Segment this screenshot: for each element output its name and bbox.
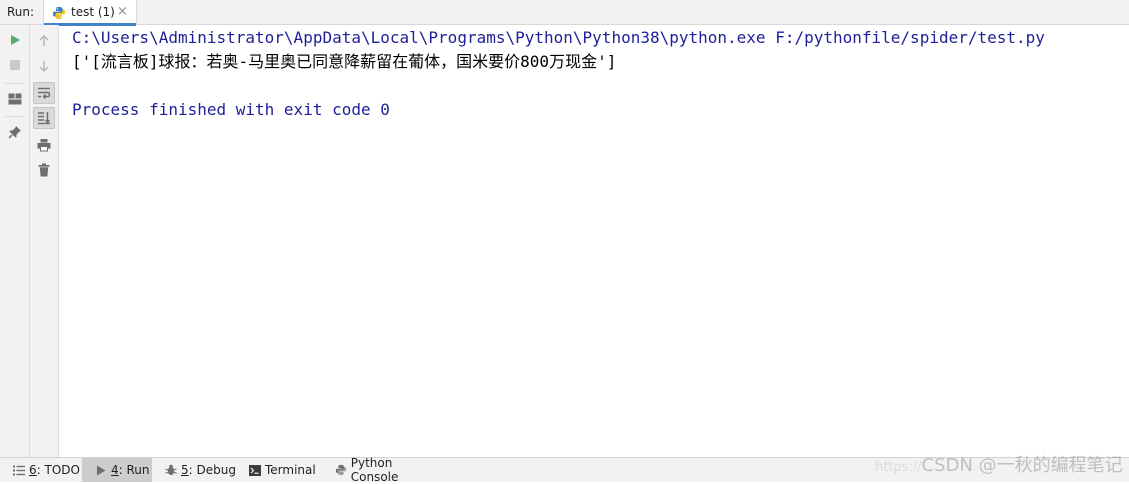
pin-icon bbox=[8, 126, 21, 139]
up-stack-button[interactable] bbox=[33, 30, 55, 52]
rerun-button[interactable] bbox=[4, 29, 26, 51]
down-stack-button[interactable] bbox=[33, 55, 55, 77]
scroll-to-end-button[interactable] bbox=[33, 107, 55, 129]
run-icon bbox=[94, 463, 108, 477]
play-icon bbox=[11, 35, 20, 45]
tab-label: test (1) bbox=[71, 5, 115, 19]
run-toolwindow-header: Run: test (1) × bbox=[0, 0, 1129, 26]
restore-layout-button[interactable] bbox=[4, 88, 26, 110]
python-icon bbox=[334, 463, 348, 477]
toolbar-divider bbox=[5, 83, 25, 84]
todo-tool-button[interactable]: 6: TODO bbox=[0, 458, 80, 482]
tool-label: : Debug bbox=[188, 463, 236, 477]
scroll-to-end-icon bbox=[38, 112, 51, 125]
trash-icon bbox=[38, 163, 50, 177]
run-label: Run: bbox=[7, 5, 35, 19]
tool-label: : Run bbox=[118, 463, 150, 477]
bug-icon bbox=[164, 463, 178, 477]
tab-test-run[interactable]: test (1) × bbox=[43, 0, 137, 26]
run-tool-button[interactable]: 4: Run bbox=[82, 458, 152, 482]
list-icon bbox=[12, 463, 26, 477]
debug-tool-button[interactable]: 5: Debug bbox=[152, 458, 238, 482]
arrow-down-icon bbox=[39, 61, 49, 72]
toolbar-divider bbox=[5, 116, 25, 117]
terminal-tool-button[interactable]: Terminal bbox=[236, 458, 320, 482]
stop-button[interactable] bbox=[4, 54, 26, 76]
tool-number: 4 bbox=[111, 463, 119, 477]
terminal-icon bbox=[248, 463, 262, 477]
layout-icon bbox=[8, 93, 22, 105]
printer-icon bbox=[37, 139, 51, 152]
tool-number: 5 bbox=[181, 463, 189, 477]
arrow-up-icon bbox=[39, 35, 49, 46]
python-console-tool-button[interactable]: Python Console bbox=[322, 456, 442, 484]
close-icon[interactable]: × bbox=[117, 4, 128, 19]
tool-label: Terminal bbox=[265, 463, 316, 477]
soft-wrap-icon bbox=[38, 87, 51, 99]
tool-label: Python Console bbox=[350, 456, 399, 484]
console-output-line: ['[流言板]球报：若奥-马里奥已同意降薪留在葡体，国米要价800万现金'] bbox=[72, 52, 617, 71]
console-exit-line: Process finished with exit code 0 bbox=[72, 100, 390, 119]
print-button[interactable] bbox=[33, 134, 55, 156]
stop-icon bbox=[10, 60, 20, 70]
pin-tab-button[interactable] bbox=[4, 121, 26, 143]
run-toolbar-primary bbox=[0, 25, 30, 457]
tool-window-bar: 6: TODO 4: Run 5: Debug Terminal Python … bbox=[0, 456, 1129, 484]
soft-wrap-button[interactable] bbox=[33, 82, 55, 104]
tool-number: 6 bbox=[29, 463, 37, 477]
clear-all-button[interactable] bbox=[33, 159, 55, 181]
console-output[interactable]: C:\Users\Administrator\AppData\Local\Pro… bbox=[72, 27, 1119, 123]
python-icon bbox=[52, 5, 66, 24]
console-command-line: C:\Users\Administrator\AppData\Local\Pro… bbox=[72, 28, 1045, 47]
tool-label: : TODO bbox=[36, 463, 80, 477]
run-toolbar-secondary bbox=[30, 25, 59, 457]
